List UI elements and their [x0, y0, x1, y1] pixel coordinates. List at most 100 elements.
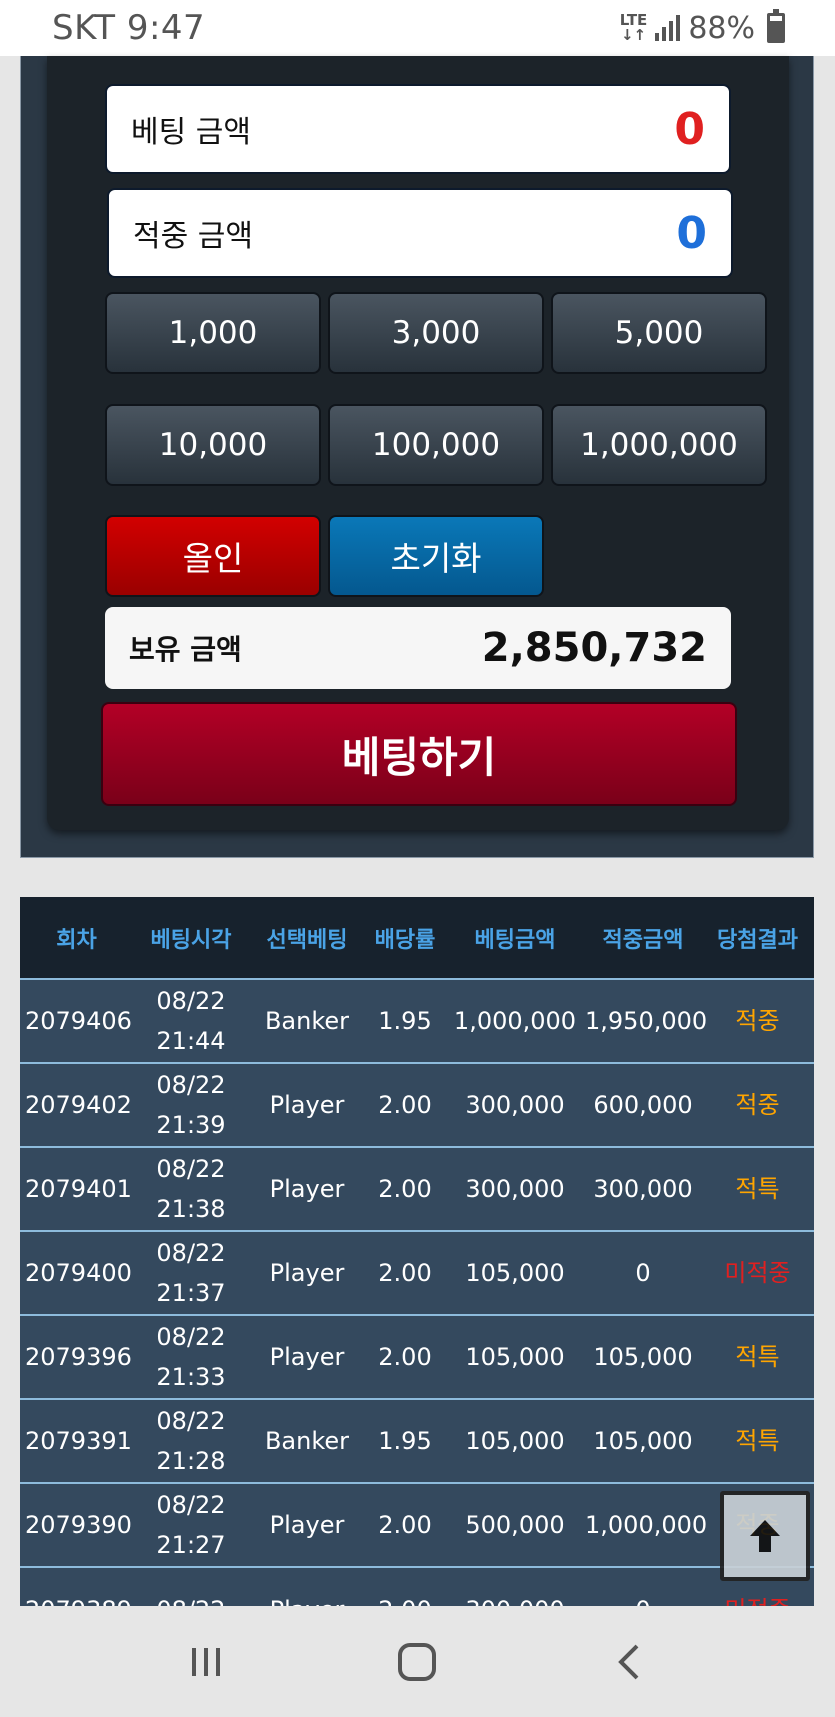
- cell-bet-time: 08/22 21:28: [156, 1407, 226, 1475]
- place-bet-button[interactable]: 베팅하기: [101, 702, 737, 806]
- cell-win-amount: 1,950,000: [585, 1007, 708, 1035]
- home-icon[interactable]: [387, 1632, 447, 1692]
- cell-round: 2079389: [20, 1567, 133, 1607]
- cell-round: 2079406: [25, 1007, 132, 1035]
- bet-amount-label: 베팅 금액: [131, 115, 251, 150]
- cell-bet-time: 08/22: [133, 1567, 249, 1607]
- table-header-row: 회차 베팅시각 선택베팅 배당률 베팅금액 적중금액 당첨결과: [20, 897, 814, 979]
- cell-odds: 1.95: [378, 1427, 432, 1455]
- table-row: 2079391 08/22 21:28 Banker 1.95 105,000 1…: [20, 1399, 814, 1483]
- cell-odds: 2.00: [378, 1091, 432, 1119]
- header-win-amount: 적중금액: [602, 927, 684, 953]
- header-bet-choice: 선택베팅: [266, 927, 348, 953]
- chip-button-100000[interactable]: 100,000: [328, 404, 544, 486]
- cell-result: 적특: [735, 1427, 780, 1455]
- scroll-to-top-button[interactable]: [720, 1491, 810, 1581]
- cell-bet-amount: 1,000,000: [453, 1007, 577, 1035]
- chip-button-1000[interactable]: 1,000: [105, 292, 321, 374]
- table-row: 2079390 08/22 21:27 Player 2.00 500,000 1…: [20, 1483, 814, 1567]
- table-row: 2079402 08/22 21:39 Player 2.00 300,000 6…: [20, 1063, 814, 1147]
- header-bet-time: 베팅시각: [150, 927, 232, 953]
- bet-history-table[interactable]: 회차 베팅시각 선택베팅 배당률 베팅금액 적중금액 당첨결과 2079406 …: [20, 897, 814, 1606]
- cell-bet-time: 08/22 21:38: [156, 1155, 226, 1223]
- cell-bet-amount: 500,000: [465, 1511, 565, 1539]
- cell-bet-choice: Player: [249, 1567, 365, 1607]
- system-nav-bar: [0, 1606, 835, 1717]
- cell-result: 적중: [735, 1007, 780, 1035]
- table-row: 2079401 08/22 21:38 Player 2.00 300,000 3…: [20, 1147, 814, 1231]
- cell-result: 적특: [735, 1343, 780, 1371]
- cell-result: 미적중: [724, 1259, 791, 1287]
- carrier-time: SKT 9:47: [52, 8, 206, 48]
- cell-bet-choice: Banker: [264, 1007, 350, 1035]
- cell-bet-choice: Player: [269, 1511, 345, 1539]
- recents-icon[interactable]: [176, 1632, 236, 1692]
- reset-button[interactable]: 초기화: [328, 515, 544, 597]
- bet-panel-container: 베팅 금액 0 적중 금액 0 1,000 3,000 5,000 10,000…: [20, 56, 814, 858]
- status-icons: LTE ↓↑ 88%: [619, 9, 785, 46]
- cell-win-amount: 105,000: [593, 1343, 693, 1371]
- arrow-up-icon: [750, 1520, 780, 1552]
- allin-button[interactable]: 올인: [105, 515, 321, 597]
- cell-odds: 2.00: [378, 1343, 432, 1371]
- cell-win-amount: 1,000,000: [585, 1511, 708, 1539]
- lte-icon: LTE ↓↑: [619, 11, 648, 44]
- signal-icon: [655, 15, 681, 41]
- cell-result: 적특: [735, 1175, 780, 1203]
- table-row: 2079396 08/22 21:33 Player 2.00 105,000 1…: [20, 1315, 814, 1399]
- cell-bet-amount: 105,000: [465, 1427, 565, 1455]
- header-round: 회차: [56, 927, 97, 953]
- holding-amount-label: 보유 금액: [129, 633, 242, 666]
- table-row: 2079406 08/22 21:44 Banker 1.95 1,000,000…: [20, 979, 814, 1063]
- chip-button-3000[interactable]: 3,000: [328, 292, 544, 374]
- cell-round: 2079391: [25, 1427, 132, 1455]
- win-amount-value: 0: [676, 207, 707, 259]
- header-result: 당첨결과: [717, 927, 798, 953]
- bet-amount-value: 0: [674, 103, 705, 155]
- cell-win-amount: 300,000: [593, 1175, 693, 1203]
- holding-amount-box: 보유 금액 2,850,732: [105, 607, 731, 689]
- cell-odds: 2.00: [378, 1511, 432, 1539]
- cell-bet-choice: Player: [269, 1091, 345, 1119]
- cell-bet-amount: 300,000: [465, 1175, 565, 1203]
- header-bet-amount: 베팅금액: [474, 927, 556, 953]
- cell-odds: 2.00: [365, 1567, 445, 1607]
- cell-win-amount: 0: [585, 1567, 701, 1607]
- cell-odds: 2.00: [378, 1259, 432, 1287]
- cell-bet-time: 08/22 21:33: [156, 1323, 226, 1391]
- cell-result: 적중: [735, 1091, 780, 1119]
- cell-bet-time: 08/22 21:37: [156, 1239, 226, 1307]
- win-amount-box: 적중 금액 0: [107, 188, 733, 278]
- cell-win-amount: 105,000: [593, 1427, 693, 1455]
- cell-bet-amount: 300,000: [465, 1091, 565, 1119]
- cell-bet-choice: Player: [269, 1259, 345, 1287]
- battery-percent: 88%: [688, 10, 755, 46]
- bet-panel: 베팅 금액 0 적중 금액 0 1,000 3,000 5,000 10,000…: [47, 56, 789, 830]
- cell-round: 2079390: [25, 1511, 132, 1539]
- cell-round: 2079400: [25, 1259, 132, 1287]
- header-odds: 배당률: [374, 927, 436, 953]
- chip-button-5000[interactable]: 5,000: [551, 292, 767, 374]
- cell-win-amount: 600,000: [593, 1091, 693, 1119]
- cell-bet-time: 08/22 21:44: [156, 987, 226, 1055]
- cell-bet-amount: 105,000: [465, 1259, 565, 1287]
- status-bar: SKT 9:47 LTE ↓↑ 88%: [0, 0, 835, 56]
- win-amount-label: 적중 금액: [133, 219, 253, 254]
- cell-bet-time: 08/22 21:27: [156, 1491, 226, 1559]
- cell-bet-amount: 300,000: [445, 1567, 585, 1607]
- cell-round: 2079402: [25, 1091, 132, 1119]
- table-row: 2079389 08/22 Player 2.00 300,000 0 미적중: [20, 1567, 814, 1606]
- chip-button-1000000[interactable]: 1,000,000: [551, 404, 767, 486]
- holding-amount-value: 2,850,732: [481, 625, 707, 671]
- chip-button-10000[interactable]: 10,000: [105, 404, 321, 486]
- cell-bet-choice: Player: [269, 1343, 345, 1371]
- cell-bet-time: 08/22 21:39: [156, 1071, 226, 1139]
- cell-odds: 2.00: [378, 1175, 432, 1203]
- cell-round: 2079396: [25, 1343, 132, 1371]
- battery-icon: [767, 9, 785, 43]
- back-icon[interactable]: [599, 1632, 659, 1692]
- cell-win-amount: 0: [635, 1259, 651, 1287]
- cell-round: 2079401: [25, 1175, 132, 1203]
- cell-bet-choice: Player: [269, 1175, 345, 1203]
- table-row: 2079400 08/22 21:37 Player 2.00 105,000 0…: [20, 1231, 814, 1315]
